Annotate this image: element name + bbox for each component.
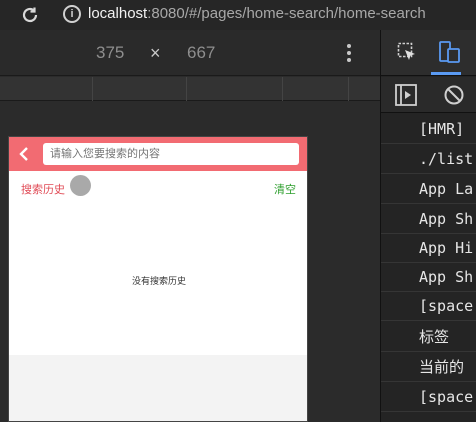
ruler-tick: [348, 77, 349, 101]
back-arrow-icon[interactable]: [17, 144, 33, 164]
phone-viewport: 搜索历史 清空 没有搜索历史: [8, 136, 308, 422]
dimension-separator: ×: [150, 43, 161, 63]
console-message: App Sh: [381, 205, 476, 234]
ruler-tick: [282, 77, 283, 101]
console-message: [space: [381, 292, 476, 321]
device-ruler: [0, 77, 380, 101]
search-header: [9, 137, 307, 171]
clear-console-icon[interactable]: [443, 84, 465, 106]
console-message: App La: [381, 175, 476, 204]
console-message: App Sh: [381, 263, 476, 292]
more-options-icon[interactable]: [346, 42, 352, 66]
address-bar[interactable]: localhost:8080/#/pages/home-search/home-…: [88, 4, 426, 24]
page-bottom-area: [9, 355, 307, 421]
ruler-tick: [186, 77, 187, 101]
info-icon[interactable]: i: [63, 5, 81, 23]
console-message: ./list: [381, 145, 476, 174]
devtools-top-toolbar: [381, 30, 476, 76]
active-tab-indicator: [431, 72, 461, 75]
console-message: App Hi: [381, 234, 476, 263]
console-message: [HMR]: [381, 115, 476, 144]
empty-history-message: 没有搜索历史: [131, 276, 186, 286]
search-input[interactable]: [43, 143, 299, 165]
sidebar-toggle-icon[interactable]: [395, 84, 417, 106]
cursor-indicator: [70, 175, 91, 196]
url-path: :8080/#/pages/home-search/home-search: [147, 5, 426, 22]
search-history-title: 搜索历史: [21, 184, 65, 196]
device-toggle-icon[interactable]: [439, 40, 461, 64]
ruler-tick: [92, 77, 93, 101]
reload-icon[interactable]: [20, 5, 40, 25]
console-message: 当前的: [381, 353, 476, 382]
console-message: 标签: [381, 323, 476, 352]
device-width-input[interactable]: 375: [96, 43, 124, 63]
console-message: [space: [381, 383, 476, 412]
inspect-element-icon[interactable]: [397, 42, 417, 62]
device-height-input[interactable]: 667: [187, 43, 215, 63]
url-host: localhost: [88, 5, 148, 22]
browser-toolbar: i localhost:8080/#/pages/home-search/hom…: [0, 0, 476, 30]
clear-history-button[interactable]: 清空: [274, 181, 296, 197]
